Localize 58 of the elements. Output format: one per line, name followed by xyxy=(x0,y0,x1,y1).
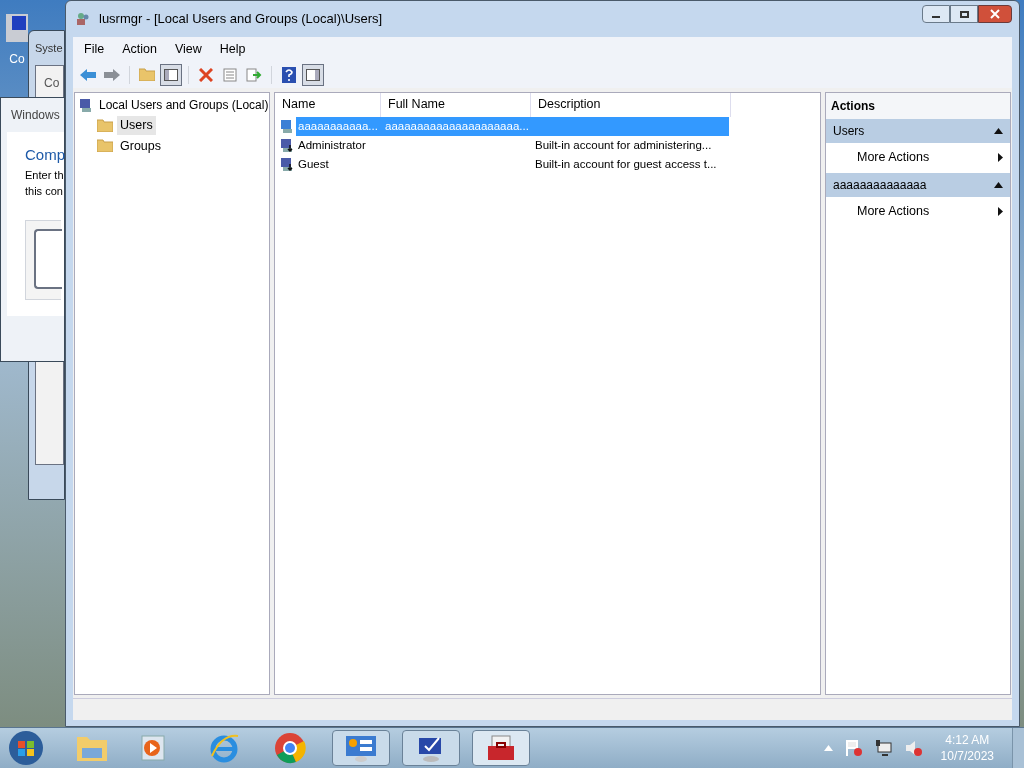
toolbox-icon xyxy=(486,734,516,762)
tree-item[interactable]: Local Users and Groups (Local) xyxy=(99,95,269,114)
tree-item[interactable]: Users xyxy=(117,115,156,135)
start-button[interactable] xyxy=(8,730,44,766)
minimize-button[interactable] xyxy=(922,5,950,23)
close-button[interactable] xyxy=(978,5,1012,23)
actions-title: Actions xyxy=(826,92,1010,119)
control-panel-icon xyxy=(344,734,378,762)
close-icon xyxy=(990,9,1000,19)
user-down-arrow-icon xyxy=(280,156,296,173)
menu-item[interactable]: Action xyxy=(115,39,164,60)
pane-icon xyxy=(306,68,320,81)
column-header[interactable]: Full Name xyxy=(381,92,531,117)
menu-item[interactable]: View xyxy=(167,39,209,60)
taskbar-app-button[interactable] xyxy=(402,730,460,766)
window-title: Syste xyxy=(35,42,63,54)
table-cell-text: Guest xyxy=(297,156,330,172)
folder-icon xyxy=(139,68,155,82)
tree-item[interactable]: Groups xyxy=(117,136,164,156)
table-cell-text: aaaaaaaaaaa... xyxy=(297,118,379,134)
users-icon xyxy=(75,11,91,27)
action-item[interactable]: More Actions xyxy=(826,196,1010,227)
folder-icon xyxy=(97,139,113,153)
section-header[interactable]: Users xyxy=(826,118,1010,143)
column-header[interactable]: Description xyxy=(531,92,731,117)
user-down-arrow-icon xyxy=(280,137,296,154)
window-title: lusrmgr - [Local Users and Groups (Local)\Users] xyxy=(99,10,384,29)
section-header[interactable]: aaaaaaaaaaaaaa xyxy=(826,172,1010,197)
network-icon[interactable] xyxy=(874,739,893,757)
submenu-arrow-icon xyxy=(998,207,1003,217)
menu-item[interactable]: Help xyxy=(212,39,253,60)
chrome-icon[interactable] xyxy=(274,732,306,764)
table-cell-text: Administrator xyxy=(297,137,367,153)
option-tile[interactable] xyxy=(25,219,61,300)
submenu-arrow-icon xyxy=(998,153,1003,163)
action-pane-button[interactable] xyxy=(302,63,324,86)
pane-icon xyxy=(164,68,178,81)
media-player-icon[interactable] xyxy=(140,734,166,762)
maximize-button[interactable] xyxy=(950,5,978,23)
tab[interactable]: Co xyxy=(44,76,60,90)
instruction-text: Enter th xyxy=(25,167,64,183)
table-cell-text: aaaaaaaaaaaaaaaaaaaaa... xyxy=(384,118,530,134)
table-row[interactable]: Administrator Built-in account for administering... xyxy=(296,135,729,155)
table-cell-text: Built-in account for guest access t... xyxy=(534,156,718,172)
menu-item[interactable]: File xyxy=(77,39,112,60)
taskbar-app-button[interactable] xyxy=(472,730,530,766)
column-header[interactable]: Name xyxy=(275,92,381,117)
taskbar-app-button[interactable] xyxy=(332,730,390,766)
action-item[interactable]: More Actions xyxy=(826,142,1010,173)
console-tree-button[interactable] xyxy=(160,63,182,86)
speaker-muted-icon[interactable] xyxy=(904,739,923,757)
flag-error-icon[interactable] xyxy=(844,739,863,757)
table-row[interactable]: Guest Built-in account for guest access t... xyxy=(296,154,729,174)
instruction-text: this con xyxy=(25,184,63,199)
table-cell-text: Built-in account for administering... xyxy=(534,137,713,153)
folder-icon xyxy=(97,118,113,132)
desktop-icon-label[interactable]: Co xyxy=(9,50,25,68)
window-title: Windows xyxy=(10,107,60,124)
